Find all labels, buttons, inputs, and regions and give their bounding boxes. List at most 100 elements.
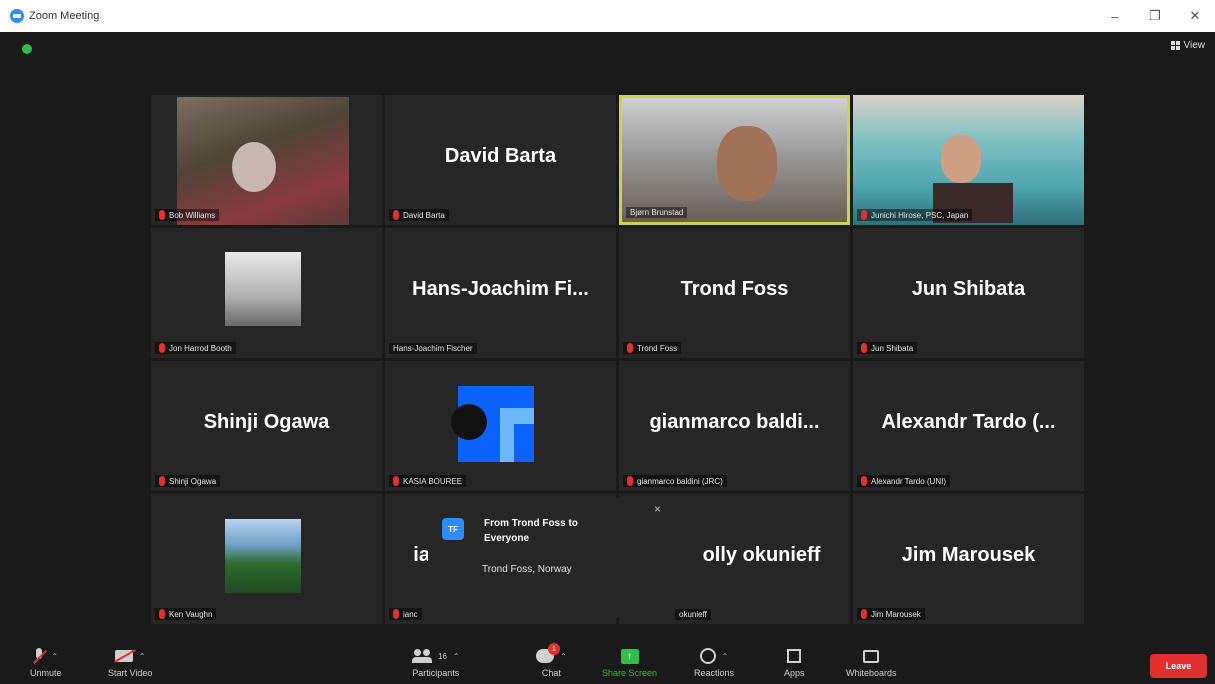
start-video-button[interactable]: ⌃ Start Video — [108, 646, 152, 678]
reactions-icon — [699, 648, 716, 664]
chat-button[interactable]: 1 ⌃ Chat — [536, 643, 567, 678]
security-shield-icon[interactable] — [22, 44, 32, 54]
participant-display-name: Jim Marousek — [901, 544, 1036, 566]
start-video-label: Start Video — [108, 668, 153, 678]
participant-tile[interactable]: Jim Marousek Jim Marousek — [853, 494, 1084, 624]
name-tag: Jim Marousek — [857, 608, 925, 620]
reactions-label: Reactions — [694, 668, 735, 678]
mic-off-icon — [33, 648, 45, 664]
participant-display-name: olly okunieff — [702, 544, 821, 566]
unmute-button[interactable]: ⌃ Unmute — [30, 646, 62, 678]
name-tag: okunieff — [675, 609, 711, 620]
whiteboards-button[interactable]: Whiteboards — [846, 646, 897, 678]
profile-picture — [451, 386, 534, 462]
participant-tile[interactable]: Alexandr Tardo (... Alexandr Tardo (UNI) — [853, 361, 1084, 491]
leave-button[interactable]: Leave — [1150, 654, 1207, 678]
participant-display-name: Hans-Joachim Fi... — [412, 278, 589, 300]
name-tag: Junichi Hirose, PSC, Japan — [857, 209, 973, 221]
name-tag-label: Jon Harrod Booth — [169, 343, 232, 353]
video-off-icon — [114, 650, 133, 662]
chevron-up-icon[interactable]: ⌃ — [722, 652, 729, 661]
title-bar: Zoom Meeting – ❐ ✕ — [0, 0, 1215, 32]
restore-button[interactable]: ❐ — [1135, 0, 1175, 32]
muted-mic-icon — [393, 210, 399, 220]
muted-mic-icon — [861, 609, 867, 619]
participant-video — [853, 95, 1084, 225]
muted-mic-icon — [159, 343, 165, 353]
name-tag: Shinji Ogawa — [155, 475, 221, 487]
share-screen-label: Share Screen — [602, 668, 658, 678]
name-tag: Alexandr Tardo (UNI) — [857, 475, 950, 487]
muted-mic-icon — [393, 609, 399, 619]
muted-mic-icon — [627, 343, 633, 353]
chat-sender: From Trond Foss to Everyone — [484, 518, 578, 544]
apps-icon — [787, 649, 802, 663]
meeting-toolbar: ⌃ Unmute ⌃ Start Video 16 ⌃ Participants … — [0, 642, 1215, 684]
chat-label: Chat — [541, 668, 561, 678]
name-tag-label: Alexandr Tardo (UNI) — [871, 476, 946, 486]
participants-button[interactable]: 16 ⌃ Participants — [412, 646, 460, 678]
name-tag: gianmarco baldini (JRC) — [623, 475, 727, 487]
apps-button[interactable]: Apps — [784, 646, 805, 678]
chat-icon: 1 — [536, 643, 560, 663]
chat-notification[interactable]: TF From Trond Foss to Everyone Trond Fos… — [428, 498, 668, 618]
participant-tile[interactable]: Bob Williams — [151, 95, 382, 225]
name-tag-label: Bjørn Brunstad — [630, 208, 684, 217]
participant-tile[interactable]: Ken Vaughn — [151, 494, 382, 624]
minimize-button[interactable]: – — [1095, 0, 1135, 32]
participants-icon — [412, 649, 432, 663]
name-tag: Bjørn Brunstad — [626, 207, 688, 218]
name-tag: Bob Williams — [155, 209, 220, 221]
participant-display-name: gianmarco baldi... — [649, 411, 820, 433]
participant-tile[interactable]: Junichi Hirose, PSC, Japan — [853, 95, 1084, 225]
participants-count: 16 — [438, 651, 447, 661]
active-speaker-tile[interactable]: Bjørn Brunstad — [619, 95, 850, 225]
participant-display-name: Trond Foss — [680, 278, 789, 300]
muted-mic-icon — [159, 210, 165, 220]
reactions-button[interactable]: ⌃ Reactions — [694, 646, 734, 678]
participant-display-name: Jun Shibata — [911, 278, 1026, 300]
close-button[interactable]: ✕ — [1175, 0, 1215, 32]
name-tag: Trond Foss — [623, 342, 682, 354]
participant-tile[interactable]: Hans-Joachim Fi... Hans-Joachim Fischer — [385, 228, 616, 358]
sender-avatar: TF — [442, 518, 464, 540]
name-tag-label: Hans-Joachim Fischer — [393, 344, 473, 353]
participant-tile[interactable]: KASIA BOUREE — [385, 361, 616, 491]
name-tag-label: David Barta — [403, 210, 445, 220]
name-tag-label: gianmarco baldini (JRC) — [637, 476, 723, 486]
chat-unread-badge: 1 — [548, 643, 560, 655]
participant-tile[interactable]: David Barta David Barta — [385, 95, 616, 225]
name-tag-label: Bob Williams — [169, 210, 216, 220]
close-notification-button[interactable]: × — [654, 502, 661, 516]
chevron-up-icon[interactable]: ⌃ — [51, 652, 58, 661]
share-screen-button[interactable]: ↑ Share Screen — [602, 646, 657, 678]
name-tag: Jon Harrod Booth — [155, 342, 236, 354]
muted-mic-icon — [393, 476, 399, 486]
name-tag-label: Shinji Ogawa — [169, 476, 217, 486]
name-tag: Hans-Joachim Fischer — [389, 343, 477, 354]
name-tag-label: okunieff — [679, 610, 707, 619]
name-tag: Ken Vaughn — [155, 608, 217, 620]
chevron-up-icon[interactable]: ⌃ — [139, 652, 146, 661]
participant-tile[interactable]: gianmarco baldi... gianmarco baldini (JR… — [619, 361, 850, 491]
muted-mic-icon — [159, 476, 165, 486]
participant-video — [622, 98, 847, 222]
unmute-label: Unmute — [30, 668, 62, 678]
participant-tile[interactable]: Jon Harrod Booth — [151, 228, 382, 358]
zoom-logo-icon — [10, 9, 24, 23]
view-label: View — [1183, 40, 1206, 51]
participant-tile[interactable]: Trond Foss Trond Foss — [619, 228, 850, 358]
chevron-up-icon[interactable]: ⌃ — [560, 652, 567, 661]
participant-tile[interactable]: Shinji Ogawa Shinji Ogawa — [151, 361, 382, 491]
window-title: Zoom Meeting — [29, 10, 100, 22]
name-tag: ianc — [389, 608, 422, 620]
name-tag-label: Jun Shibata — [871, 343, 914, 353]
chevron-up-icon[interactable]: ⌃ — [453, 652, 460, 661]
name-tag-label: Junichi Hirose, PSC, Japan — [871, 210, 969, 220]
profile-picture — [225, 252, 301, 326]
profile-picture — [225, 519, 301, 593]
view-button[interactable]: View — [1170, 40, 1206, 51]
participant-tile[interactable]: Jun Shibata Jun Shibata — [853, 228, 1084, 358]
grid-view-icon — [1170, 41, 1180, 50]
whiteboards-label: Whiteboards — [846, 668, 897, 678]
